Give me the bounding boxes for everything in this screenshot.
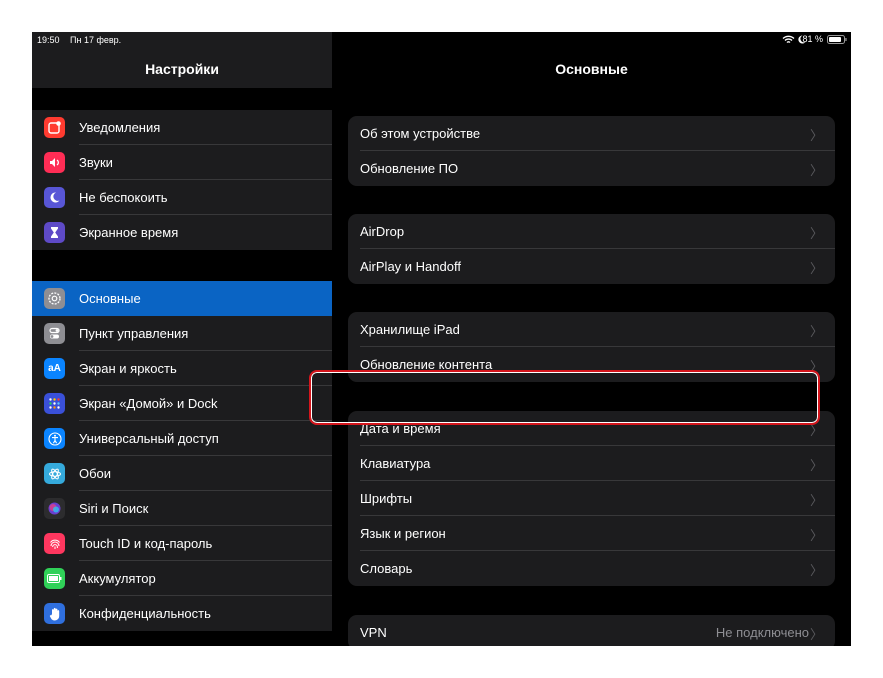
chevron-right-icon: 〉 — [809, 324, 823, 339]
settings-group-storage: Хранилище iPad 〉 Обновление контента 〉 — [348, 312, 835, 382]
sidebar-item-label: Touch ID и код-пароль — [79, 536, 213, 551]
row-fonts[interactable]: Шрифты 〉 — [348, 481, 835, 516]
moon-icon — [44, 187, 65, 208]
chevron-right-icon: 〉 — [809, 359, 823, 374]
row-software-update[interactable]: Обновление ПО 〉 — [348, 151, 835, 186]
chevron-right-icon: 〉 — [809, 163, 823, 178]
sounds-icon — [44, 152, 65, 173]
chevron-right-icon: 〉 — [809, 528, 823, 543]
toggles-icon — [44, 323, 65, 344]
chevron-right-icon: 〉 — [809, 458, 823, 473]
chevron-right-icon: 〉 — [809, 261, 823, 276]
sidebar-item-home-screen[interactable]: Экран «Домой» и Dock — [32, 386, 332, 421]
sidebar-item-display[interactable]: aA Экран и яркость — [32, 351, 332, 386]
siri-icon — [44, 498, 65, 519]
sidebar-item-notifications[interactable]: Уведомления — [32, 110, 332, 145]
chevron-right-icon: 〉 — [809, 627, 823, 642]
sidebar-item-label: Siri и Поиск — [79, 501, 149, 516]
wallpaper-icon — [44, 463, 65, 484]
chevron-right-icon: 〉 — [809, 493, 823, 508]
settings-group-device: Об этом устройстве 〉 Обновление ПО 〉 — [348, 116, 835, 186]
row-about[interactable]: Об этом устройстве 〉 — [348, 116, 835, 151]
sidebar-item-label: Конфиденциальность — [79, 606, 211, 621]
ipad-screen: 19:50 Пн 17 февр. Настройки Уведомления … — [32, 32, 851, 646]
display-icon: aA — [44, 358, 65, 379]
row-label: VPN — [360, 625, 387, 640]
wifi-icon — [782, 35, 795, 44]
row-vpn[interactable]: VPN Не подключено 〉 — [348, 615, 835, 646]
settings-group-locale: Дата и время 〉 Клавиатура 〉 Шрифты 〉 Язы… — [348, 411, 835, 586]
sidebar-item-label: Экран и яркость — [79, 361, 177, 376]
row-background-refresh[interactable]: Обновление контента 〉 — [348, 347, 835, 382]
row-label: Хранилище iPad — [360, 322, 460, 337]
chevron-right-icon: 〉 — [809, 128, 823, 143]
sidebar-item-do-not-disturb[interactable]: Не беспокоить — [32, 180, 332, 215]
sidebar-item-control-center[interactable]: Пункт управления — [32, 316, 332, 351]
row-label: Язык и регион — [360, 526, 446, 541]
sidebar-item-label: Экранное время — [79, 225, 179, 240]
sidebar-title: Настройки — [145, 61, 219, 77]
sidebar-group-1: Уведомления Звуки Не беспокоить Экранное… — [32, 110, 332, 250]
notifications-icon — [44, 117, 65, 138]
sidebar-item-label: Не беспокоить — [79, 190, 168, 205]
moon-status-icon — [798, 35, 806, 44]
sidebar-spacer — [32, 631, 332, 646]
home-screen-icon — [44, 393, 65, 414]
sidebar-spacer — [32, 88, 332, 110]
row-keyboard[interactable]: Клавиатура 〉 — [348, 446, 835, 481]
row-label: AirPlay и Handoff — [360, 259, 461, 274]
sidebar-spacer — [32, 250, 332, 281]
general-settings-pane: 81 % Основные Об этом устройстве 〉 Обнов… — [332, 32, 851, 646]
hand-icon — [44, 603, 65, 624]
row-label: Обновление контента — [360, 357, 493, 372]
sidebar-item-label: Уведомления — [79, 120, 161, 135]
sidebar-item-label: Основные — [79, 291, 141, 306]
sidebar-item-label: Пункт управления — [79, 326, 189, 341]
gear-icon — [44, 288, 65, 309]
sidebar-item-label: Экран «Домой» и Dock — [79, 396, 218, 411]
settings-group-airdrop: AirDrop 〉 AirPlay и Handoff 〉 — [348, 214, 835, 284]
row-label: Шрифты — [360, 491, 413, 506]
sidebar-item-general[interactable]: Основные — [32, 281, 332, 316]
row-label: AirDrop — [360, 224, 405, 239]
sidebar-item-label: Аккумулятор — [79, 571, 156, 586]
sidebar-item-siri[interactable]: Siri и Поиск — [32, 491, 332, 526]
sidebar-item-screen-time[interactable]: Экранное время — [32, 215, 332, 250]
sidebar-item-accessibility[interactable]: Универсальный доступ — [32, 421, 332, 456]
status-time: 19:50 — [37, 35, 60, 45]
row-date-time[interactable]: Дата и время 〉 — [348, 411, 835, 446]
settings-group-vpn: VPN Не подключено 〉 — [348, 615, 835, 646]
chevron-right-icon: 〉 — [809, 423, 823, 438]
sidebar-item-wallpaper[interactable]: Обои — [32, 456, 332, 491]
row-label: Обновление ПО — [360, 161, 459, 176]
page-title: Основные — [555, 61, 628, 77]
fingerprint-icon — [44, 533, 65, 554]
chevron-right-icon: 〉 — [809, 563, 823, 578]
row-ipad-storage[interactable]: Хранилище iPad 〉 — [348, 312, 835, 347]
sidebar-group-2: Основные Пункт управления aA Экран и ярк… — [32, 281, 332, 631]
row-airplay-handoff[interactable]: AirPlay и Handoff 〉 — [348, 249, 835, 284]
row-airdrop[interactable]: AirDrop 〉 — [348, 214, 835, 249]
sidebar-item-battery[interactable]: Аккумулятор — [32, 561, 332, 596]
accessibility-icon — [44, 428, 65, 449]
sidebar-item-privacy[interactable]: Конфиденциальность — [32, 596, 332, 631]
row-language-region[interactable]: Язык и регион 〉 — [348, 516, 835, 551]
row-label: Дата и время — [360, 421, 441, 436]
row-label: Клавиатура — [360, 456, 431, 471]
chevron-right-icon: 〉 — [809, 226, 823, 241]
vpn-status-value: Не подключено — [715, 625, 809, 640]
row-label: Словарь — [360, 561, 413, 576]
sidebar-item-touch-id[interactable]: Touch ID и код-пароль — [32, 526, 332, 561]
battery-status-icon — [827, 35, 847, 44]
sidebar-item-label: Обои — [79, 466, 112, 481]
battery-icon — [44, 568, 65, 589]
status-date: Пн 17 февр. — [70, 35, 122, 45]
settings-sidebar: 19:50 Пн 17 февр. Настройки Уведомления … — [32, 32, 332, 646]
row-dictionary[interactable]: Словарь 〉 — [348, 551, 835, 586]
sidebar-item-label: Звуки — [79, 155, 113, 170]
sidebar-item-sounds[interactable]: Звуки — [32, 145, 332, 180]
sidebar-item-label: Универсальный доступ — [79, 431, 219, 446]
row-label: Об этом устройстве — [360, 126, 481, 141]
hourglass-icon — [44, 222, 65, 243]
